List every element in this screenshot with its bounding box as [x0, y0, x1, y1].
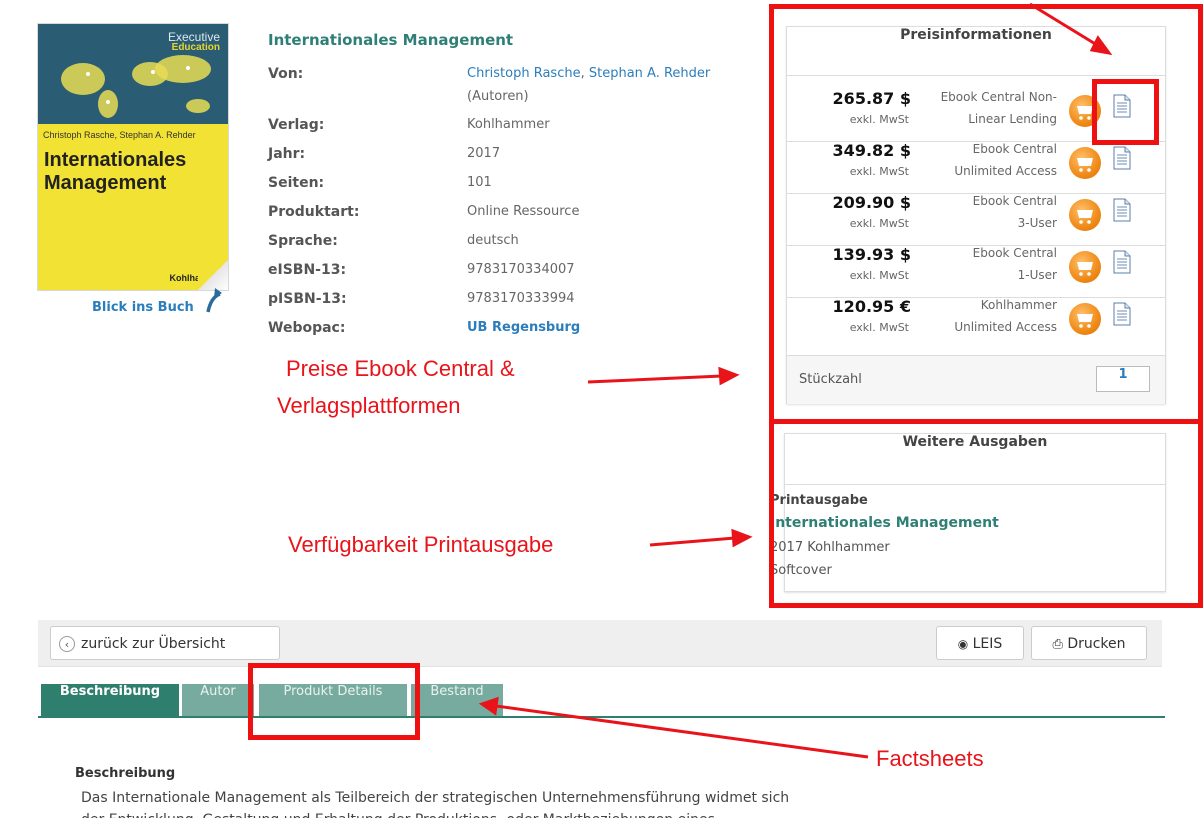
annotation-arrows [478, 2, 1113, 759]
